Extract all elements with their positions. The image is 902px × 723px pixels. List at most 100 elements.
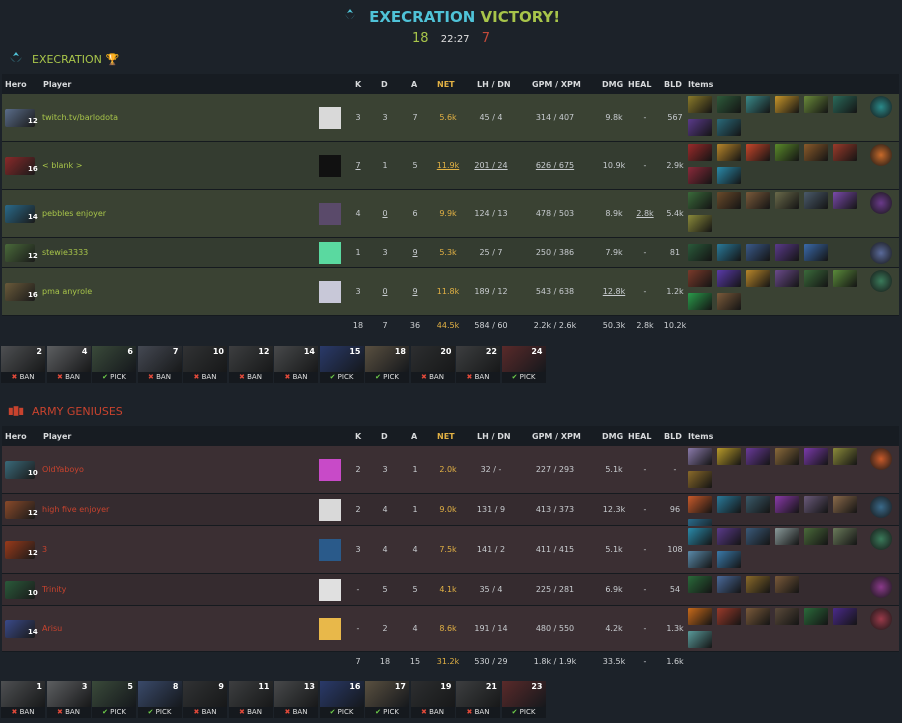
neutral-item[interactable]	[870, 242, 892, 264]
item-slot[interactable]	[688, 96, 712, 113]
item-slot[interactable]	[775, 144, 799, 161]
header-lhdn[interactable]: LH / DN	[477, 432, 511, 441]
header-player[interactable]: Player	[43, 80, 71, 89]
player-row[interactable]: 14 pebbles enjoyer 4 0 6 9.9k 124 / 13 478 / 50…	[2, 190, 899, 238]
player-name[interactable]: Trinity	[42, 585, 66, 594]
item-slot[interactable]	[833, 270, 857, 287]
draft-ban[interactable]: 7 ✖ BAN	[137, 346, 182, 386]
player-row[interactable]: 10 Trinity - 5 5 4.1k 35 / 4 225 / 281 6.9k - 54	[2, 574, 899, 606]
draft-pick[interactable]: 15 ✔ PICK	[319, 346, 364, 386]
neutral-item[interactable]	[870, 576, 892, 598]
player-name[interactable]: < blank >	[42, 161, 82, 170]
header-items[interactable]: Items	[688, 432, 713, 441]
item-slot[interactable]	[688, 293, 712, 310]
player-avatar[interactable]	[319, 499, 341, 521]
item-slot[interactable]	[688, 270, 712, 287]
draft-ban[interactable]: 2 ✖ BAN	[1, 346, 45, 386]
item-slot[interactable]	[717, 96, 741, 113]
neutral-item[interactable]	[870, 96, 892, 118]
item-slot[interactable]	[746, 448, 770, 465]
draft-ban[interactable]: 11 ✖ BAN	[228, 681, 273, 721]
player-avatar[interactable]	[319, 107, 341, 129]
item-slot[interactable]	[833, 496, 857, 513]
item-slot[interactable]	[804, 270, 828, 287]
player-row[interactable]: 16 pma anyrole 3 0 9 11.8k 189 / 12 543 / 638 12…	[2, 268, 899, 316]
draft-ban[interactable]: 4 ✖ BAN	[46, 346, 91, 386]
neutral-item[interactable]	[870, 448, 892, 470]
player-row[interactable]: 14 Arisu - 2 4 8.6k 191 / 14 480 / 550 4.2k - 1.3k	[2, 606, 899, 652]
draft-ban[interactable]: 9 ✖ BAN	[183, 681, 227, 721]
item-slot[interactable]	[833, 608, 857, 625]
header-hero[interactable]: Hero	[5, 432, 27, 441]
player-row[interactable]: 10 OldYaboyo 2 3 1 2.0k 32 / - 227 / 293 5.1k - -	[2, 446, 899, 494]
item-slot[interactable]	[775, 192, 799, 209]
item-slot[interactable]	[746, 144, 770, 161]
header-k[interactable]: K	[355, 80, 361, 89]
header-a[interactable]: A	[411, 80, 417, 89]
item-slot[interactable]	[833, 448, 857, 465]
player-avatar[interactable]	[319, 459, 341, 481]
item-slot[interactable]	[833, 144, 857, 161]
header-k[interactable]: K	[355, 432, 361, 441]
player-name[interactable]: Arisu	[42, 624, 62, 633]
item-slot[interactable]	[717, 528, 741, 545]
item-slot[interactable]	[804, 448, 828, 465]
item-slot[interactable]	[775, 528, 799, 545]
draft-ban[interactable]: 10 ✖ BAN	[183, 346, 227, 386]
draft-pick[interactable]: 16 ✔ PICK	[319, 681, 364, 721]
neutral-item[interactable]	[870, 192, 892, 214]
draft-ban[interactable]: 21 ✖ BAN	[456, 681, 500, 721]
draft-pick[interactable]: 23 ✔ PICK	[501, 681, 546, 721]
item-slot[interactable]	[717, 496, 741, 513]
item-slot[interactable]	[746, 528, 770, 545]
item-slot[interactable]	[746, 244, 770, 261]
item-slot[interactable]	[775, 608, 799, 625]
item-slot[interactable]	[833, 96, 857, 113]
header-gpmxpm[interactable]: GPM / XPM	[532, 80, 581, 89]
item-slot[interactable]	[804, 496, 828, 513]
radiant-team-title[interactable]: EXECRATION 🏆	[8, 51, 120, 67]
player-row[interactable]: 12 twitch.tv/barlodota 3 3 7 5.6k 45 / 4 314 / …	[2, 94, 899, 142]
item-slot[interactable]	[688, 167, 712, 184]
draft-ban[interactable]: 19 ✖ BAN	[410, 681, 455, 721]
item-slot[interactable]	[688, 144, 712, 161]
item-slot[interactable]	[688, 551, 712, 568]
item-slot[interactable]	[717, 293, 741, 310]
header-gpmxpm[interactable]: GPM / XPM	[532, 432, 581, 441]
player-avatar[interactable]	[319, 155, 341, 177]
item-slot[interactable]	[775, 496, 799, 513]
player-row[interactable]: 12 high five enjoyer 2 4 1 9.0k 131 / 9 413 / 3…	[2, 494, 899, 536]
item-slot[interactable]	[775, 576, 799, 593]
header-heal[interactable]: HEAL	[628, 432, 651, 441]
player-row[interactable]: 16 < blank > 7 1 5 11.9k 201 / 24 626 / 675 10.9…	[2, 142, 899, 190]
header-items[interactable]: Items	[688, 80, 713, 89]
draft-ban[interactable]: 22 ✖ BAN	[456, 346, 500, 386]
header-bld[interactable]: BLD	[664, 80, 682, 89]
player-avatar[interactable]	[319, 579, 341, 601]
item-slot[interactable]	[717, 119, 741, 136]
item-slot[interactable]	[833, 528, 857, 545]
item-slot[interactable]	[746, 496, 770, 513]
player-avatar[interactable]	[319, 539, 341, 561]
player-name[interactable]: pebbles enjoyer	[42, 209, 106, 218]
item-slot[interactable]	[688, 192, 712, 209]
item-slot[interactable]	[688, 119, 712, 136]
header-heal[interactable]: HEAL	[628, 80, 651, 89]
neutral-item[interactable]	[870, 496, 892, 518]
item-slot[interactable]	[717, 244, 741, 261]
item-slot[interactable]	[717, 270, 741, 287]
header-dmg[interactable]: DMG	[602, 432, 623, 441]
neutral-item[interactable]	[870, 608, 892, 630]
item-slot[interactable]	[746, 96, 770, 113]
header-hero[interactable]: Hero	[5, 80, 27, 89]
draft-ban[interactable]: 12 ✖ BAN	[228, 346, 273, 386]
item-slot[interactable]	[688, 576, 712, 593]
item-slot[interactable]	[804, 528, 828, 545]
header-net[interactable]: NET	[437, 80, 455, 89]
player-row[interactable]: 12 3 3 4 4 7.5k 141 / 2 411 / 415 5.1k - 108	[2, 526, 899, 574]
draft-pick[interactable]: 18 ✔ PICK	[365, 346, 409, 386]
draft-ban[interactable]: 20 ✖ BAN	[410, 346, 455, 386]
player-name[interactable]: high five enjoyer	[42, 505, 109, 514]
header-dmg[interactable]: DMG	[602, 80, 623, 89]
player-row[interactable]: 12 stewie3333 1 3 9 5.3k 25 / 7 250 / 386 7.9k - 8…	[2, 238, 899, 268]
